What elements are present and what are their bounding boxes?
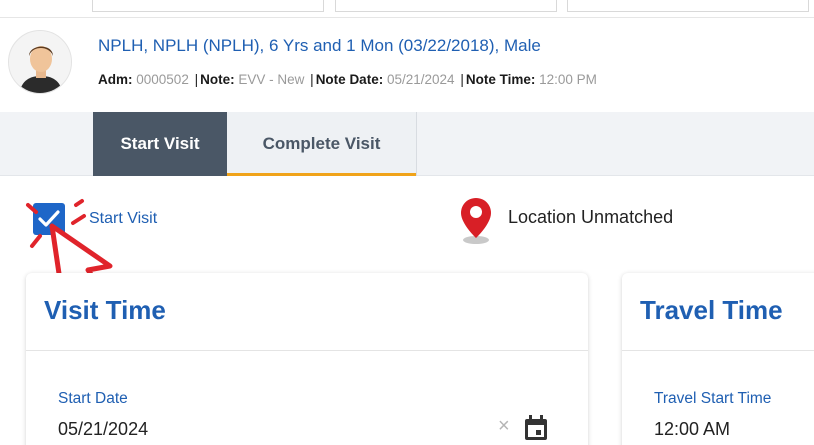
note-date-value: 05/21/2024 (386, 72, 455, 87)
meta-separator: | (194, 72, 199, 87)
visit-time-card: Visit Time Start Date 05/21/2024 × (26, 273, 588, 445)
filter-field[interactable] (92, 0, 324, 12)
checkmark-icon (38, 210, 60, 227)
travel-time-title: Travel Time (640, 295, 783, 325)
meta-separator: | (310, 72, 314, 87)
visit-time-title: Visit Time (44, 295, 166, 325)
start-visit-checkbox[interactable] (33, 203, 65, 235)
travel-start-time-input[interactable]: 12:00 AM (654, 419, 730, 440)
start-visit-checkbox-label[interactable]: Start Visit (89, 210, 157, 228)
start-date-input[interactable]: 05/21/2024 (58, 419, 148, 440)
clear-date-icon[interactable]: × (498, 415, 510, 438)
map-pin-icon (461, 198, 491, 244)
travel-time-card: Travel Time Travel Start Time 12:00 AM (622, 273, 814, 445)
travel-start-time-label: Travel Start Time (654, 390, 772, 407)
tab-start-visit[interactable]: Start Visit (93, 112, 227, 176)
card-divider (622, 350, 814, 351)
start-date-label: Start Date (58, 390, 128, 407)
meta-separator: | (460, 72, 464, 87)
location-status: Location Unmatched (508, 207, 674, 227)
note-value: EVV - New (238, 72, 305, 87)
note-time-value: 12:00 PM (539, 72, 597, 87)
patient-header: NPLH, NPLH (NPLH), 6 Yrs and 1 Mon (03/2… (0, 18, 814, 110)
note-time-label: Note Time: (465, 72, 536, 87)
calendar-icon[interactable] (523, 414, 549, 442)
patient-meta: Adm: 0000502 | Note: EVV - New | Note Date… (98, 72, 597, 87)
patient-name[interactable]: NPLH, NPLH (NPLH), 6 Yrs and 1 Mon (03/2… (98, 36, 541, 56)
card-divider (26, 350, 588, 351)
visit-tab-bar: Start Visit Complete Visit (0, 112, 814, 176)
user-avatar-icon (9, 31, 71, 93)
top-filter-strip (0, 0, 814, 18)
filter-field[interactable] (567, 0, 809, 12)
note-label: Note: (200, 72, 235, 87)
tab-complete-visit[interactable]: Complete Visit (227, 112, 417, 176)
filter-field[interactable] (335, 0, 557, 12)
adm-value: 0000502 (136, 72, 189, 87)
note-date-label: Note Date: (315, 72, 384, 87)
adm-label: Adm: (98, 72, 133, 87)
avatar (8, 30, 72, 94)
